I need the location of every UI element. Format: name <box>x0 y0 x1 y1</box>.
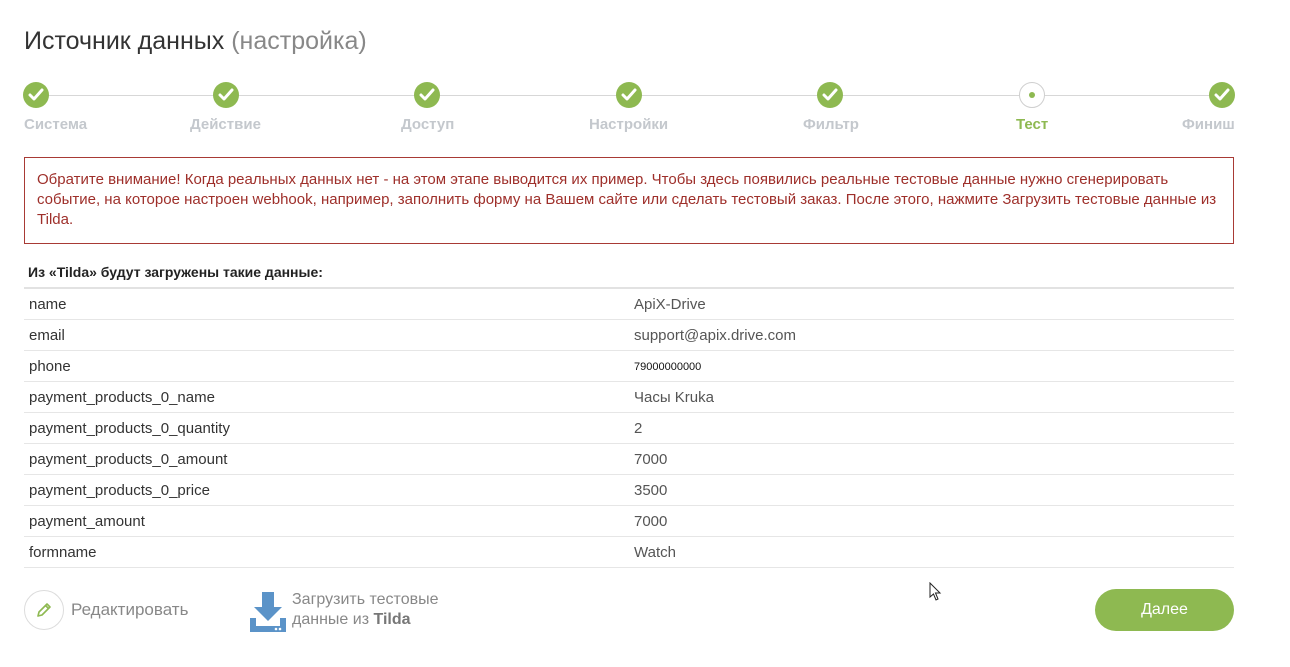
step-sistema[interactable] <box>23 82 49 108</box>
row-key: payment_products_0_name <box>29 389 215 406</box>
load-label-source: Tilda <box>373 611 411 628</box>
row-value: 2 <box>634 420 643 437</box>
check-icon <box>1209 82 1235 108</box>
table-row: email support@apix.drive.com <box>24 320 1234 351</box>
check-icon <box>817 82 843 108</box>
progress-stepper: Система Действие Доступ Настройки Фильтр… <box>0 0 1290 140</box>
download-icon <box>250 592 286 632</box>
row-value: 7000 <box>634 451 668 468</box>
row-key: payment_amount <box>29 513 145 530</box>
row-key: email <box>29 327 65 344</box>
load-label-line2: данные из Tilda <box>292 610 439 630</box>
check-icon <box>23 82 49 108</box>
step-label-test[interactable]: Тест <box>1016 116 1048 133</box>
load-label-prefix: данные из <box>292 611 370 628</box>
check-icon <box>213 82 239 108</box>
current-step-dot-icon <box>1019 82 1045 108</box>
edit-button-label: Редактировать <box>71 600 189 619</box>
step-label-dostup[interactable]: Доступ <box>401 116 454 133</box>
check-icon <box>414 82 440 108</box>
data-section-heading: Из «Tilda» будут загружены такие данные: <box>28 264 323 280</box>
step-label-filtr[interactable]: Фильтр <box>803 116 859 133</box>
table-row: payment_products_0_quantity 2 <box>24 413 1234 444</box>
step-test[interactable] <box>1019 82 1045 108</box>
step-nastroiki[interactable] <box>616 82 642 108</box>
row-value: 7000 <box>634 513 668 530</box>
row-key: formname <box>29 544 97 561</box>
load-test-data-label: Загрузить тестовые данные из Tilda <box>292 590 439 630</box>
pencil-icon <box>24 590 64 630</box>
table-row: payment_amount 7000 <box>24 506 1234 537</box>
edit-button[interactable]: Редактировать <box>24 590 188 630</box>
load-test-data-button[interactable]: Загрузить тестовые данные из Tilda <box>248 590 439 634</box>
step-deistvie[interactable] <box>213 82 239 108</box>
row-key: name <box>29 296 67 313</box>
table-row: phone 79000000000 <box>24 351 1234 382</box>
notice-box: Обратите внимание! Когда реальных данных… <box>24 157 1234 244</box>
row-key: payment_products_0_amount <box>29 451 228 468</box>
row-value: ApiX-Drive <box>634 296 706 313</box>
table-row: payment_products_0_price 3500 <box>24 475 1234 506</box>
row-value: support@apix.drive.com <box>634 327 796 344</box>
row-value: 79000000000 <box>634 361 702 373</box>
mouse-cursor-icon <box>929 582 942 601</box>
step-label-deistvie[interactable]: Действие <box>190 116 261 133</box>
step-label-nastroiki[interactable]: Настройки <box>589 116 668 133</box>
row-value: Watch <box>634 544 676 561</box>
step-label-finish[interactable]: Финиш <box>1182 116 1235 133</box>
row-key: payment_products_0_quantity <box>29 420 230 437</box>
next-button[interactable]: Далее <box>1095 589 1234 631</box>
load-label-line1: Загрузить тестовые <box>292 591 439 608</box>
table-row: payment_products_0_amount 7000 <box>24 444 1234 475</box>
row-key: phone <box>29 358 71 375</box>
table-row: payment_products_0_name Часы Kruka <box>24 382 1234 413</box>
data-table: name ApiX-Drive email support@apix.drive… <box>24 287 1234 568</box>
row-key: payment_products_0_price <box>29 482 210 499</box>
step-dostup[interactable] <box>414 82 440 108</box>
row-value: 3500 <box>634 482 668 499</box>
step-label-sistema[interactable]: Система <box>24 116 87 133</box>
check-icon <box>616 82 642 108</box>
step-finish[interactable] <box>1209 82 1235 108</box>
step-filtr[interactable] <box>817 82 843 108</box>
row-value: Часы Kruka <box>634 389 714 406</box>
table-row: formname Watch <box>24 537 1234 568</box>
table-row: name ApiX-Drive <box>24 289 1234 320</box>
